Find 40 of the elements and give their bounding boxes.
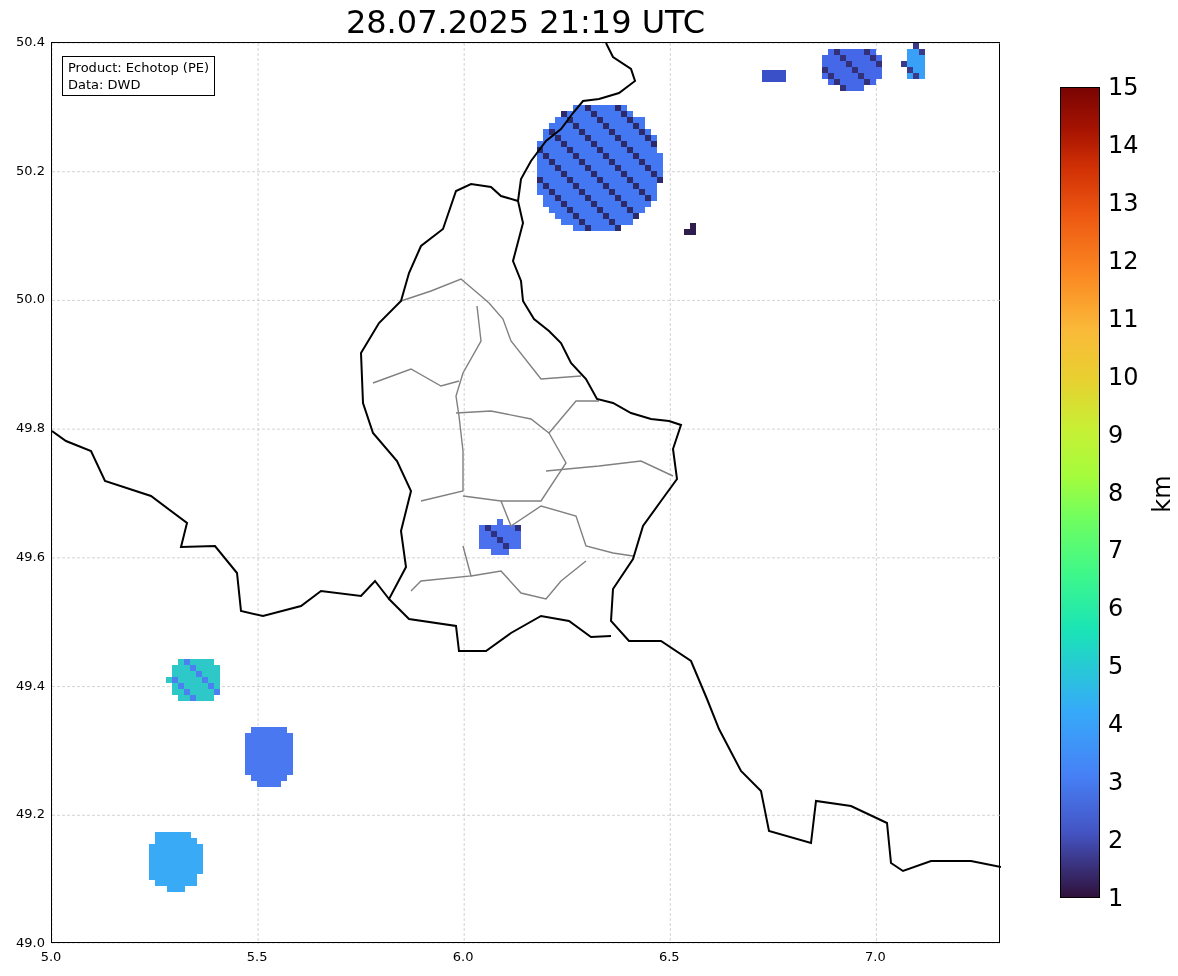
colorbar-tick-label: 4 bbox=[1108, 710, 1124, 739]
radar-echo bbox=[822, 49, 882, 91]
y-tick-label: 49.4 bbox=[16, 677, 45, 694]
radar-echo bbox=[149, 832, 203, 892]
y-tick-label: 49.0 bbox=[16, 935, 45, 951]
y-tick-label: 50.4 bbox=[16, 34, 45, 50]
radar-echo bbox=[901, 43, 925, 79]
colorbar-tick-label: 6 bbox=[1108, 594, 1124, 623]
colorbar-tick-label: 10 bbox=[1108, 362, 1139, 391]
colorbar-tick-label: 13 bbox=[1108, 188, 1139, 217]
y-tick-label: 49.8 bbox=[16, 420, 45, 437]
legend-text: Data: DWD bbox=[68, 76, 142, 93]
x-tick-label: 5.5 bbox=[246, 949, 268, 964]
x-tick-label: 6.0 bbox=[452, 949, 474, 964]
colorbar-tick-label: 8 bbox=[1108, 478, 1124, 507]
y-tick-label: 50.2 bbox=[16, 162, 45, 179]
colorbar-tick-label: 15 bbox=[1108, 73, 1139, 101]
radar-echo bbox=[245, 727, 293, 787]
y-tick-label: 49.2 bbox=[16, 806, 45, 823]
colorbar-tick-label: 12 bbox=[1108, 246, 1139, 275]
chart-title: 28.07.2025 21:19 UTC bbox=[344, 3, 707, 41]
x-tick-label: 5.0 bbox=[40, 949, 62, 964]
colorbar-label: km bbox=[1147, 475, 1176, 513]
y-tick-label: 49.6 bbox=[16, 548, 45, 565]
x-tick-label: 6.5 bbox=[658, 949, 680, 964]
y-tick-label: 50.0 bbox=[16, 291, 45, 308]
radar-echo bbox=[684, 223, 696, 235]
colorbar-tick-label: 7 bbox=[1108, 536, 1124, 565]
x-tick-label: 7.0 bbox=[865, 949, 886, 964]
radar-echo bbox=[166, 659, 220, 701]
colorbar-tick-label: 3 bbox=[1108, 768, 1124, 797]
legend-text: Product: Echotop (PE) bbox=[68, 59, 210, 76]
colorbar-tick-label: 14 bbox=[1108, 130, 1139, 159]
colorbar-tick-label: 5 bbox=[1108, 652, 1124, 681]
colorbar-tick-label: 11 bbox=[1108, 304, 1139, 333]
colorbar-tick-label: 1 bbox=[1108, 884, 1124, 912]
radar-echo bbox=[762, 70, 786, 82]
colorbar-tick-label: 2 bbox=[1108, 826, 1124, 855]
colorbar-tick-label: 9 bbox=[1108, 420, 1124, 449]
radar-echo bbox=[479, 519, 521, 555]
